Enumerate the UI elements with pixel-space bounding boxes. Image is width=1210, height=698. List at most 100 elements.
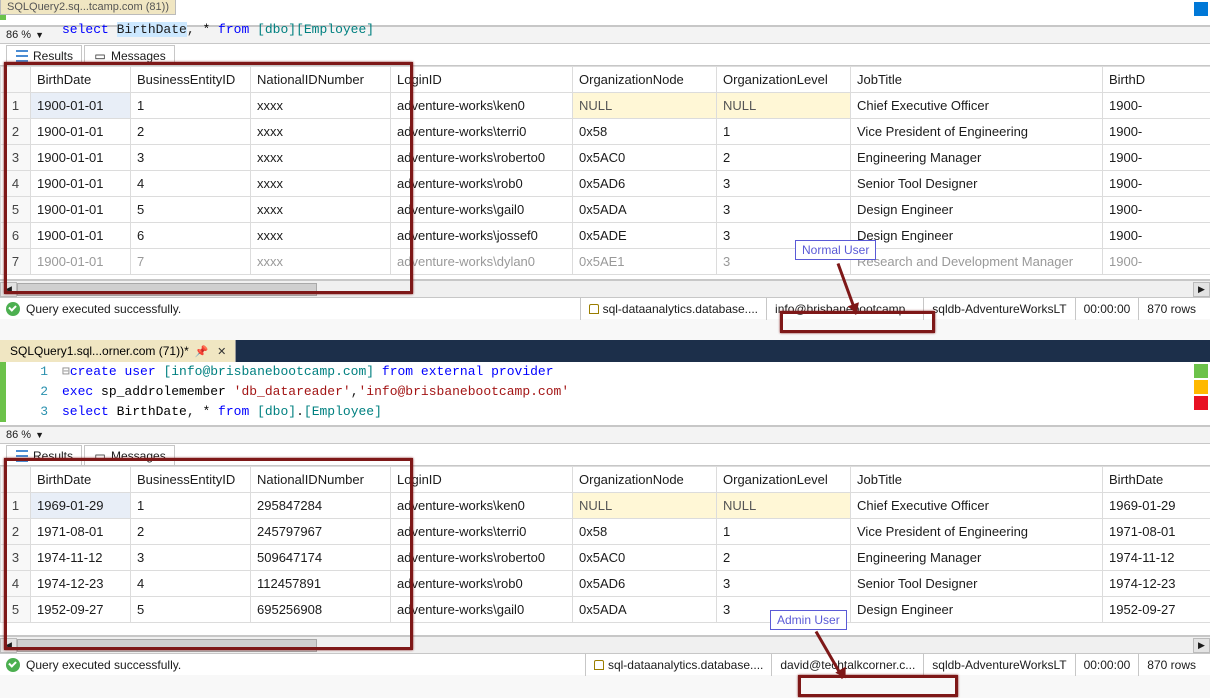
grid-cell[interactable]: 1971-08-01 bbox=[1103, 519, 1210, 545]
grid-cell[interactable]: 695256908 bbox=[251, 597, 391, 623]
grid-cell[interactable]: xxxx bbox=[251, 119, 391, 145]
col-birthdate[interactable]: BirthDate bbox=[31, 467, 131, 493]
tab-title-bottom[interactable]: SQLQuery1.sql...orner.com (71))* 📌 ✕ bbox=[0, 340, 236, 362]
col-organizationnode[interactable]: OrganizationNode bbox=[573, 467, 717, 493]
grid-cell[interactable]: 1 bbox=[131, 493, 251, 519]
rownum-cell[interactable]: 4 bbox=[1, 171, 31, 197]
grid-cell[interactable]: Senior Tool Designer bbox=[851, 171, 1103, 197]
grid-cell[interactable]: 2 bbox=[131, 519, 251, 545]
grid-cell[interactable]: 1900-01-01 bbox=[31, 223, 131, 249]
grid-cell[interactable]: 1900-01-01 bbox=[31, 145, 131, 171]
col-loginid[interactable]: LoginID bbox=[391, 67, 573, 93]
sql-editor-top[interactable]: 1 select BirthDate, * from [dbo][Employe… bbox=[0, 0, 1210, 26]
grid-cell[interactable]: 1 bbox=[131, 93, 251, 119]
horizontal-scrollbar[interactable]: ◀ ▶ bbox=[0, 280, 1210, 297]
code-body[interactable]: ⊟create user [info@brisbanebootcamp.com]… bbox=[58, 362, 569, 422]
grid-cell[interactable]: adventure-works\roberto0 bbox=[391, 145, 573, 171]
scroll-thumb[interactable] bbox=[17, 639, 317, 652]
table-row[interactable]: 51952-09-275695256908adventure-works\gai… bbox=[1, 597, 1210, 623]
col-organizationlevel[interactable]: OrganizationLevel bbox=[717, 67, 851, 93]
grid-cell[interactable]: 4 bbox=[131, 171, 251, 197]
grid-cell[interactable]: xxxx bbox=[251, 249, 391, 275]
scroll-left-button[interactable]: ◀ bbox=[0, 638, 17, 653]
grid-cell[interactable]: 1900- bbox=[1103, 197, 1210, 223]
grid-cell[interactable]: xxxx bbox=[251, 93, 391, 119]
scroll-left-button[interactable]: ◀ bbox=[0, 282, 17, 297]
grid-cell[interactable]: 2 bbox=[717, 145, 851, 171]
table-row[interactable]: 51900-01-015xxxxadventure-works\gail00x5… bbox=[1, 197, 1210, 223]
col-loginid[interactable]: LoginID bbox=[391, 467, 573, 493]
grid-cell[interactable]: adventure-works\dylan0 bbox=[391, 249, 573, 275]
table-row[interactable]: 71900-01-017xxxxadventure-works\dylan00x… bbox=[1, 249, 1210, 275]
tab-results[interactable]: Results bbox=[6, 45, 82, 65]
tab-title-top[interactable]: SQLQuery2.sq...tcamp.com (81)) bbox=[0, 0, 176, 15]
table-row[interactable]: 41900-01-014xxxxadventure-works\rob00x5A… bbox=[1, 171, 1210, 197]
grid-cell[interactable]: 1974-12-23 bbox=[1103, 571, 1210, 597]
grid-cell[interactable]: 7 bbox=[131, 249, 251, 275]
grid-cell[interactable]: NULL bbox=[573, 493, 717, 519]
grid-cell[interactable]: 1900-01-01 bbox=[31, 93, 131, 119]
grid-cell[interactable]: 3 bbox=[717, 597, 851, 623]
tab-messages[interactable]: ▭Messages bbox=[84, 45, 175, 65]
grid-cell[interactable]: 3 bbox=[717, 223, 851, 249]
grid-cell[interactable]: Design Engineer bbox=[851, 197, 1103, 223]
sql-editor-bottom[interactable]: 1 2 3 ⊟create user [info@brisbanebootcam… bbox=[0, 362, 1210, 426]
grid-cell[interactable]: 1952-09-27 bbox=[1103, 597, 1210, 623]
col-nationalidnumber[interactable]: NationalIDNumber bbox=[251, 467, 391, 493]
grid-cell[interactable]: NULL bbox=[717, 493, 851, 519]
grid-cell[interactable]: 509647174 bbox=[251, 545, 391, 571]
rownum-cell[interactable]: 4 bbox=[1, 571, 31, 597]
grid-cell[interactable]: 1952-09-27 bbox=[31, 597, 131, 623]
grid-cell[interactable]: 3 bbox=[131, 545, 251, 571]
grid-cell[interactable]: 0x5AD6 bbox=[573, 171, 717, 197]
horizontal-scrollbar[interactable]: ◀ ▶ bbox=[0, 636, 1210, 653]
grid-cell[interactable]: 1900-01-01 bbox=[31, 119, 131, 145]
grid-cell[interactable]: adventure-works\roberto0 bbox=[391, 545, 573, 571]
grid-cell[interactable]: xxxx bbox=[251, 145, 391, 171]
grid-cell[interactable]: 245797967 bbox=[251, 519, 391, 545]
rownum-cell[interactable]: 2 bbox=[1, 519, 31, 545]
grid-cell[interactable]: 0x5AD6 bbox=[573, 571, 717, 597]
col-birthdate2[interactable]: BirthD bbox=[1103, 67, 1210, 93]
grid-cell[interactable]: 1900-01-01 bbox=[31, 249, 131, 275]
zoom-selector[interactable]: 86 %▼ bbox=[0, 426, 1210, 444]
rownum-cell[interactable]: 1 bbox=[1, 93, 31, 119]
rownum-cell[interactable]: 5 bbox=[1, 597, 31, 623]
scroll-right-button[interactable]: ▶ bbox=[1193, 638, 1210, 653]
grid-cell[interactable]: Senior Tool Designer bbox=[851, 571, 1103, 597]
grid-cell[interactable]: 1900-01-01 bbox=[31, 197, 131, 223]
scroll-right-button[interactable]: ▶ bbox=[1193, 282, 1210, 297]
grid-cell[interactable]: 1 bbox=[717, 119, 851, 145]
grid-cell[interactable]: Engineering Manager bbox=[851, 145, 1103, 171]
grid-cell[interactable]: 3 bbox=[717, 571, 851, 597]
tab-results[interactable]: Results bbox=[6, 445, 82, 465]
grid-cell[interactable]: 1974-12-23 bbox=[31, 571, 131, 597]
grid-cell[interactable]: 3 bbox=[717, 249, 851, 275]
grid-cell[interactable]: adventure-works\ken0 bbox=[391, 493, 573, 519]
grid-cell[interactable]: 1900- bbox=[1103, 119, 1210, 145]
grid-cell[interactable]: 1900- bbox=[1103, 171, 1210, 197]
col-businessentityid[interactable]: BusinessEntityID bbox=[131, 67, 251, 93]
grid-cell[interactable]: 1974-11-12 bbox=[1103, 545, 1210, 571]
grid-cell[interactable]: Engineering Manager bbox=[851, 545, 1103, 571]
grid-cell[interactable]: NULL bbox=[717, 93, 851, 119]
scroll-thumb[interactable] bbox=[17, 283, 317, 296]
grid-cell[interactable]: Design Engineer bbox=[851, 597, 1103, 623]
grid-cell[interactable]: xxxx bbox=[251, 197, 391, 223]
table-row[interactable]: 61900-01-016xxxxadventure-works\jossef00… bbox=[1, 223, 1210, 249]
grid-cell[interactable]: 3 bbox=[131, 145, 251, 171]
grid-cell[interactable]: 0x5AC0 bbox=[573, 145, 717, 171]
pin-icon[interactable]: 📌 bbox=[195, 344, 209, 358]
grid-cell[interactable]: Vice President of Engineering bbox=[851, 119, 1103, 145]
close-icon[interactable]: ✕ bbox=[215, 344, 229, 358]
grid-cell[interactable]: 5 bbox=[131, 597, 251, 623]
table-row[interactable]: 21900-01-012xxxxadventure-works\terri00x… bbox=[1, 119, 1210, 145]
table-row[interactable]: 41974-12-234112457891adventure-works\rob… bbox=[1, 571, 1210, 597]
grid-cell[interactable]: 1900- bbox=[1103, 223, 1210, 249]
grid-cell[interactable]: 0x5ADE bbox=[573, 223, 717, 249]
grid-cell[interactable]: 0x5ADA bbox=[573, 197, 717, 223]
grid-cell[interactable]: 0x5AE1 bbox=[573, 249, 717, 275]
grid-cell[interactable]: adventure-works\rob0 bbox=[391, 571, 573, 597]
grid-cell[interactable]: adventure-works\terri0 bbox=[391, 519, 573, 545]
grid-cell[interactable]: 1 bbox=[717, 519, 851, 545]
